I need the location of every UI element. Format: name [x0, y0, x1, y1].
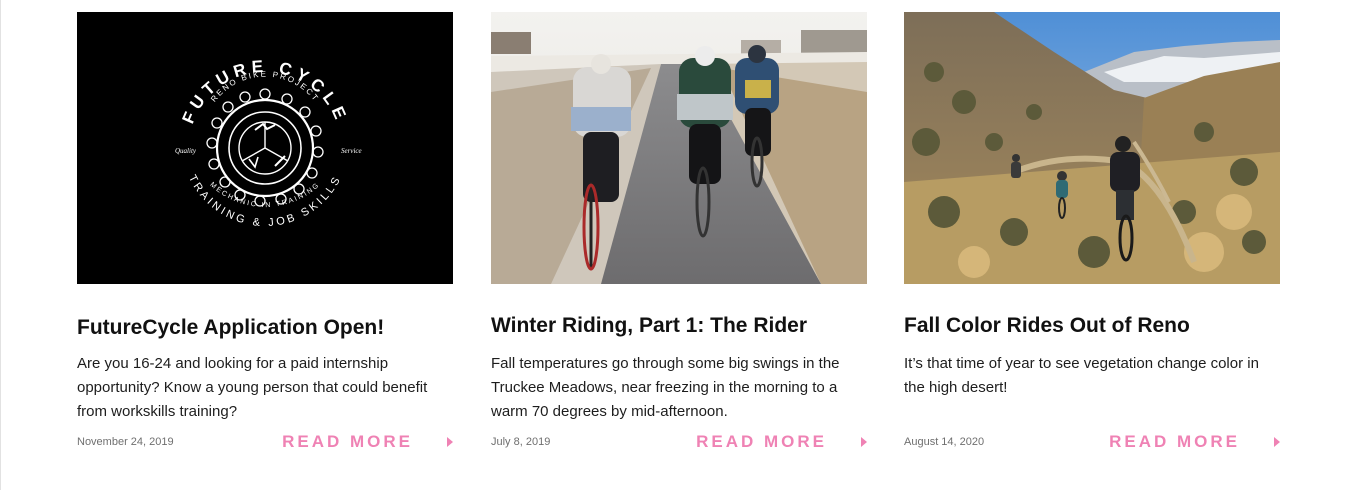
post-date: August 14, 2020 [904, 436, 985, 448]
read-more-link[interactable]: READ MORE [1109, 432, 1280, 452]
desert-trail-photo [904, 12, 1280, 284]
post-date: July 8, 2019 [491, 436, 551, 448]
post-card-futurecycle: RENO BIKE PROJECT FUTURE CYCLE TRAINING … [77, 12, 453, 451]
post-title[interactable]: Winter Riding, Part 1: The Rider [491, 314, 807, 338]
logo-left-script: Quality [175, 147, 197, 155]
read-more-label: READ MORE [1109, 432, 1240, 451]
read-more-label: READ MORE [282, 432, 413, 451]
post-excerpt: Are you 16-24 and looking for a paid int… [77, 355, 428, 420]
post-title[interactable]: FutureCycle Application Open! [77, 316, 384, 340]
chevron-right-icon [861, 437, 867, 447]
blog-post-grid: RENO BIKE PROJECT FUTURE CYCLE TRAINING … [0, 0, 1352, 490]
post-image-desert-trail[interactable] [904, 12, 1280, 284]
post-image-futurecycle-logo[interactable]: RENO BIKE PROJECT FUTURE CYCLE TRAINING … [77, 12, 453, 284]
post-footer: November 24, 2019 READ MORE [77, 432, 453, 454]
read-more-link[interactable]: READ MORE [696, 432, 867, 452]
post-footer: July 8, 2019 READ MORE [491, 432, 867, 454]
post-date: November 24, 2019 [77, 436, 174, 448]
post-image-winter-riders[interactable] [491, 12, 867, 284]
logo-right-script: Service [341, 147, 362, 155]
post-title[interactable]: Fall Color Rides Out of Reno [904, 314, 1190, 338]
chevron-right-icon [447, 437, 453, 447]
post-excerpt: It’s that time of year to see vegetation… [904, 355, 1259, 396]
chevron-right-icon [1274, 437, 1280, 447]
post-card-winter-riding: Winter Riding, Part 1: The Rider Fall te… [491, 12, 867, 451]
post-card-fall-color: Fall Color Rides Out of Reno It’s that t… [904, 12, 1280, 451]
read-more-link[interactable]: READ MORE [282, 432, 453, 452]
post-excerpt: Fall temperatures go through some big sw… [491, 355, 840, 420]
futurecycle-logo-graphic: RENO BIKE PROJECT FUTURE CYCLE TRAINING … [77, 12, 453, 284]
read-more-label: READ MORE [696, 432, 827, 451]
post-footer: August 14, 2020 READ MORE [904, 432, 1280, 454]
winter-riders-photo [491, 12, 867, 284]
